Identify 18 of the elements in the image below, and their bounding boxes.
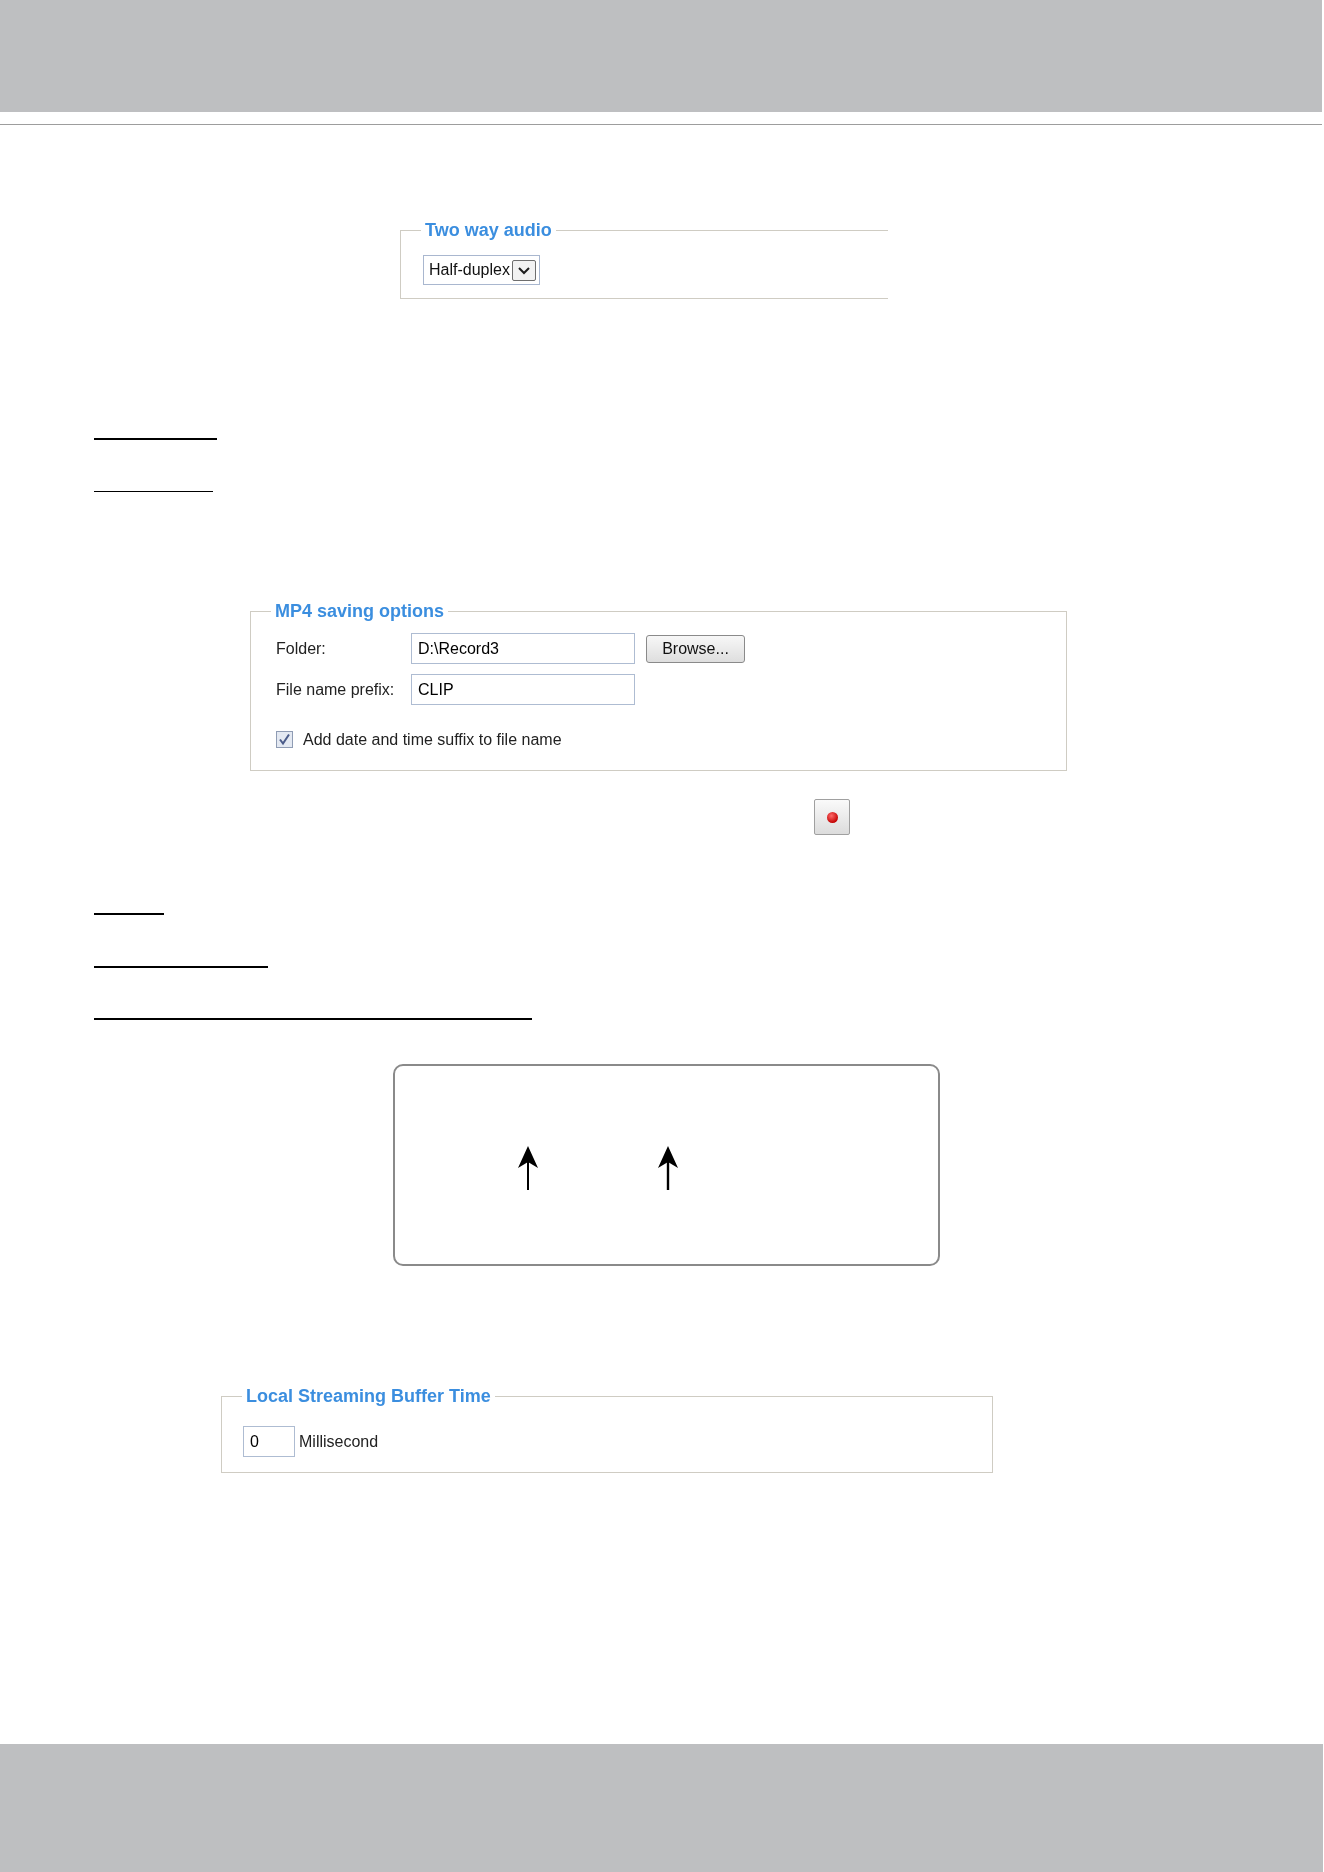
- unit-label: Millisecond: [299, 1432, 379, 1451]
- buffer-time-field[interactable]: 0: [243, 1426, 295, 1457]
- record-button[interactable]: [814, 799, 850, 835]
- record-dot-icon: [826, 811, 838, 823]
- up-arrow-icon: [658, 1146, 678, 1190]
- section-legend: MP4 saving options: [271, 600, 449, 622]
- checkbox-label: Add date and time suffix to file name: [303, 730, 562, 749]
- chevron-down-icon: [511, 259, 536, 281]
- mode-select[interactable]: Half-duplex: [423, 255, 540, 285]
- section-legend: Local Streaming Buffer Time: [242, 1385, 495, 1407]
- field-label: File name prefix:: [276, 680, 396, 699]
- prefix-field[interactable]: CLIP: [411, 674, 635, 705]
- folder-field[interactable]: D:\Record3: [411, 633, 635, 664]
- browse-button[interactable]: Browse...: [646, 634, 745, 663]
- up-arrow-icon: [518, 1146, 538, 1190]
- suffix-checkbox[interactable]: [276, 731, 293, 748]
- section-legend: Two way audio: [421, 219, 556, 241]
- field-label: Folder:: [276, 639, 327, 658]
